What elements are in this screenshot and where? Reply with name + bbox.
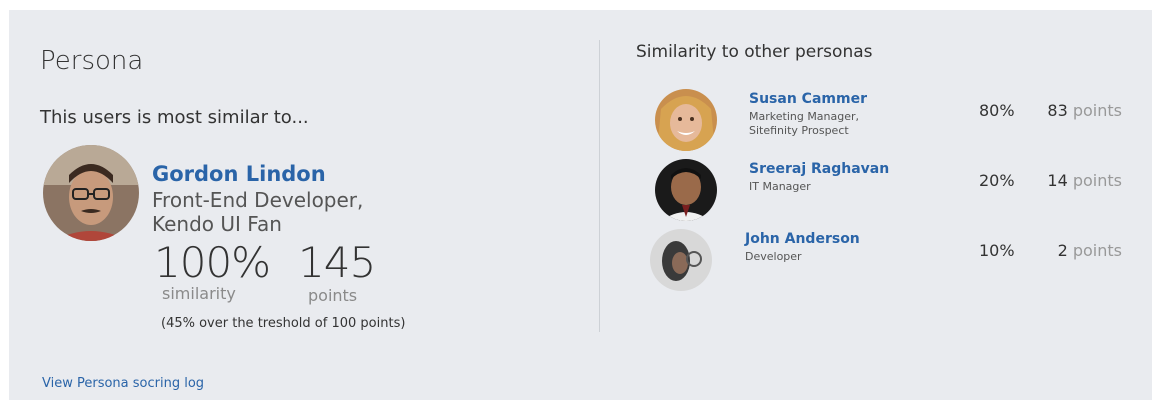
persona-similarity: 10% bbox=[979, 241, 1015, 260]
main-persona-name-link[interactable]: Gordon Lindon bbox=[152, 162, 326, 186]
persona-similarity: 80% bbox=[979, 101, 1015, 120]
persona-panel: Persona This users is most similar to...… bbox=[9, 10, 1152, 400]
main-persona-role: Front-End Developer, Kendo UI Fan bbox=[152, 188, 452, 236]
similarity-label: similarity bbox=[162, 284, 236, 303]
persona-points-label: points bbox=[1072, 101, 1122, 120]
persona-points-value: 83 bbox=[1047, 101, 1068, 120]
page-title: Persona bbox=[40, 46, 144, 76]
avatar bbox=[650, 229, 712, 291]
list-item: Sreeraj Raghavan IT Manager 20% 14 point… bbox=[600, 159, 1152, 221]
persona-name-link[interactable]: John Anderson bbox=[745, 231, 860, 247]
persona-points: 14 points bbox=[1047, 171, 1122, 190]
persona-role-line2: Sitefinity Prospect bbox=[749, 124, 849, 137]
persona-role-line1: Marketing Manager, bbox=[749, 110, 860, 123]
persona-role-line1: IT Manager bbox=[749, 180, 811, 193]
points-value: 145 bbox=[298, 238, 376, 287]
persona-points: 2 points bbox=[1058, 241, 1122, 260]
persona-points-value: 14 bbox=[1047, 171, 1068, 190]
persona-role: Developer bbox=[745, 250, 945, 264]
persona-role: IT Manager bbox=[749, 180, 949, 194]
avatar bbox=[43, 145, 139, 241]
most-similar-heading: This users is most similar to... bbox=[40, 107, 309, 128]
main-persona-role-line2: Kendo UI Fan bbox=[152, 212, 282, 236]
persona-points-label: points bbox=[1072, 171, 1122, 190]
persona-name-link[interactable]: Susan Cammer bbox=[749, 91, 867, 107]
persona-similarity: 20% bbox=[979, 171, 1015, 190]
main-persona-role-line1: Front-End Developer, bbox=[152, 188, 364, 212]
persona-section: Persona This users is most similar to...… bbox=[9, 10, 599, 400]
persona-role-line1: Developer bbox=[745, 250, 802, 263]
similar-personas-section: Similarity to other personas Susan Camme… bbox=[600, 10, 1152, 400]
similar-personas-heading: Similarity to other personas bbox=[636, 42, 873, 62]
avatar bbox=[655, 89, 717, 151]
persona-points: 83 points bbox=[1047, 101, 1122, 120]
list-item: Susan Cammer Marketing Manager, Sitefini… bbox=[600, 89, 1152, 151]
persona-name-link[interactable]: Sreeraj Raghavan bbox=[749, 161, 889, 177]
avatar bbox=[655, 159, 717, 221]
threshold-note: (45% over the treshold of 100 points) bbox=[161, 316, 406, 331]
list-item: John Anderson Developer 10% 2 points bbox=[600, 229, 1152, 291]
points-label: points bbox=[308, 286, 358, 305]
persona-points-label: points bbox=[1072, 241, 1122, 260]
persona-points-value: 2 bbox=[1057, 241, 1068, 260]
persona-role: Marketing Manager, Sitefinity Prospect bbox=[749, 110, 949, 138]
similarity-value: 100% bbox=[154, 238, 271, 287]
view-scoring-log-link[interactable]: View Persona socring log bbox=[42, 376, 204, 391]
